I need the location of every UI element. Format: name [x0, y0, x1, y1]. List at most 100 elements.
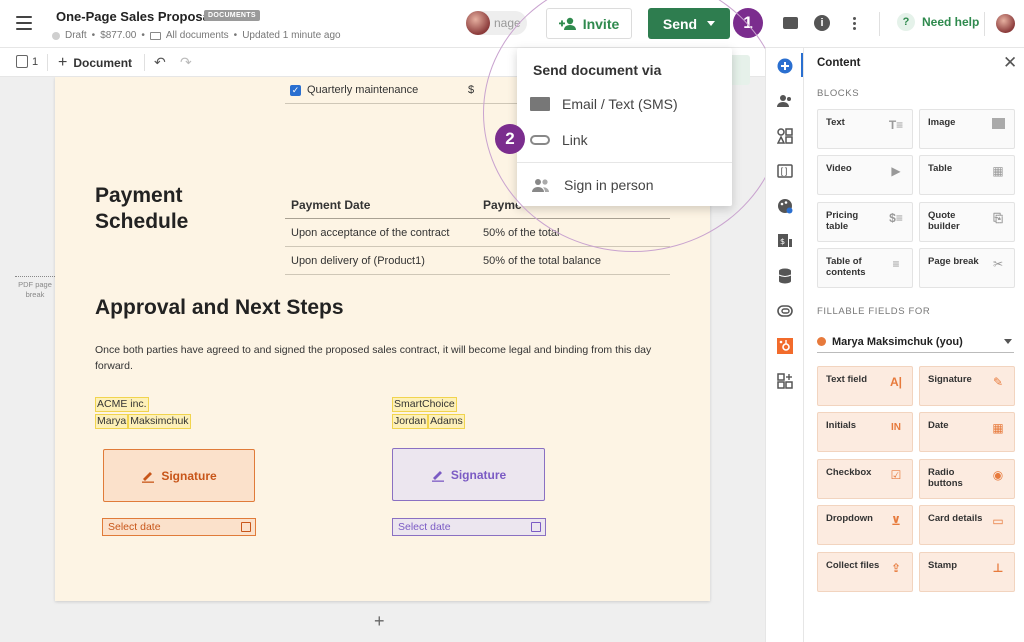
table-header-cell: Payment Date	[291, 197, 371, 212]
theme-palette-icon[interactable]	[777, 198, 793, 214]
design-icon[interactable]	[777, 128, 793, 144]
approval-paragraph[interactable]: Once both parties have agreed to and sig…	[95, 343, 670, 374]
field-initials[interactable]: Initials IN	[817, 412, 913, 452]
document-title[interactable]: One-Page Sales Proposal	[56, 9, 214, 24]
radio-icon: ◉	[992, 468, 1004, 482]
database-icon[interactable]	[777, 268, 793, 284]
approval-heading[interactable]: Approval and Next Steps	[95, 296, 344, 320]
recipients-icon[interactable]	[777, 93, 793, 109]
block-quote-builder[interactable]: Quote builder ⎘	[919, 202, 1015, 242]
add-page-icon[interactable]: +	[374, 611, 385, 632]
first-name-variable[interactable]: Marya	[95, 414, 129, 429]
toc-icon: ≡	[892, 257, 900, 271]
checkbox-checked[interactable]: ✓	[290, 84, 301, 96]
signature-label: Signature	[161, 468, 217, 483]
step-badge-2: 2	[495, 124, 525, 154]
text-field-icon: A|	[889, 375, 903, 389]
date-field-signer1[interactable]: Select date	[102, 518, 256, 536]
need-help-label: Need help	[922, 15, 980, 29]
first-name-variable[interactable]: Jordan	[392, 414, 429, 429]
field-date[interactable]: Date ▦	[919, 412, 1015, 452]
payment-schedule-heading[interactable]: Payment Schedule	[95, 183, 225, 235]
checkbox-icon: ☑	[890, 468, 902, 482]
svg-text:[]: []	[781, 168, 788, 178]
folder-link[interactable]: All documents	[166, 30, 229, 41]
status-text: Draft	[65, 30, 87, 41]
pdf-page-break-label: PDF page break	[18, 280, 52, 299]
company-variable[interactable]: ACME inc.	[95, 397, 149, 412]
field-signature[interactable]: Signature ✎	[919, 366, 1015, 406]
pages-icon	[16, 55, 28, 68]
field-label: Card details	[928, 513, 983, 524]
plus-icon: +	[58, 54, 68, 71]
field-collect-files[interactable]: Collect files ⇪	[817, 552, 913, 592]
table-cell: Upon delivery of (Product1)	[291, 254, 425, 267]
table-cell: Upon acceptance of the contract	[291, 226, 450, 239]
pages-button[interactable]: 1	[16, 55, 38, 68]
block-label: Table of contents	[826, 256, 866, 278]
block-video[interactable]: Video ▶	[817, 155, 913, 195]
close-icon[interactable]: ✕	[1003, 53, 1017, 73]
add-document-button[interactable]: + Document	[58, 54, 132, 72]
date-field-signer2[interactable]: Select date	[392, 518, 546, 536]
field-checkbox[interactable]: Checkbox ☑	[817, 459, 913, 499]
info-icon[interactable]: i	[813, 14, 831, 32]
variables-icon[interactable]: []	[777, 163, 793, 179]
chevron-down-icon	[1004, 339, 1012, 344]
video-icon: ▶	[891, 164, 901, 178]
menu-icon[interactable]	[16, 16, 32, 30]
pricing-icon[interactable]: $	[777, 233, 793, 249]
user-avatar[interactable]	[996, 14, 1015, 33]
company-variable[interactable]: SmartChoice	[392, 397, 457, 412]
add-document-label: Document	[73, 56, 133, 70]
last-name-variable[interactable]: Adams	[428, 414, 465, 429]
field-text-field[interactable]: Text field A|	[817, 366, 913, 406]
dropdown-icon: ⊻	[891, 514, 901, 528]
block-table-of-contents[interactable]: Table of contents ≡	[817, 248, 913, 288]
status-dot-icon	[52, 31, 60, 40]
more-options-icon[interactable]	[845, 14, 863, 32]
hubspot-icon[interactable]	[777, 338, 793, 354]
signature-field-signer1[interactable]: Signature	[103, 449, 255, 502]
comments-icon[interactable]	[781, 14, 799, 32]
signature-field-signer2[interactable]: Signature	[392, 448, 545, 501]
updated-text: Updated 1 minute ago	[242, 30, 341, 41]
block-page-break[interactable]: Page break ✂	[919, 248, 1015, 288]
block-label: Video	[826, 163, 852, 174]
field-card-details[interactable]: Card details ▭	[919, 505, 1015, 545]
pen-icon	[142, 471, 155, 483]
avatar	[466, 11, 490, 35]
field-label: Date	[928, 420, 949, 431]
block-label: Pricing table	[826, 210, 859, 232]
block-label: Table	[928, 163, 953, 174]
pricing-table-icon: $≡	[889, 211, 903, 225]
block-label: Text	[826, 117, 845, 128]
panel-title: Content	[817, 57, 861, 69]
party-1: ACME inc. Marya Maksimchuk	[95, 397, 191, 429]
block-pricing-table[interactable]: Pricing table $≡	[817, 202, 913, 242]
field-label: Collect files	[826, 560, 880, 571]
need-help-button[interactable]: ? Need help	[897, 13, 979, 31]
maintenance-price: $	[468, 84, 475, 96]
block-table[interactable]: Table ▦	[919, 155, 1015, 195]
undo-icon[interactable]: ↶	[154, 54, 166, 71]
block-text[interactable]: Text T≡	[817, 109, 913, 149]
amount-text: $877.00	[100, 30, 137, 41]
content-panel: Content ✕ BLOCKS Text T≡ Image Video ▶ T…	[803, 48, 1024, 642]
last-name-variable[interactable]: Maksimchuk	[128, 414, 191, 429]
blocks-section-label: BLOCKS	[817, 88, 860, 99]
field-radio-buttons[interactable]: Radio buttons ◉	[919, 459, 1015, 499]
redo-icon[interactable]: ↷	[180, 54, 192, 71]
add-content-icon[interactable]	[777, 58, 793, 74]
folder-icon	[149, 31, 161, 40]
block-image[interactable]: Image	[919, 109, 1015, 149]
text-icon: T≡	[888, 118, 904, 132]
field-stamp[interactable]: Stamp ⊥	[919, 552, 1015, 592]
quote-builder-icon: ⎘	[993, 211, 1003, 225]
upload-icon: ⇪	[890, 561, 902, 575]
attachment-icon[interactable]	[777, 303, 793, 319]
recipient-select[interactable]: Marya Maksimchuk (you)	[817, 331, 1014, 353]
field-dropdown[interactable]: Dropdown ⊻	[817, 505, 913, 545]
signature-icon: ✎	[992, 375, 1004, 389]
apps-icon[interactable]	[777, 373, 793, 389]
